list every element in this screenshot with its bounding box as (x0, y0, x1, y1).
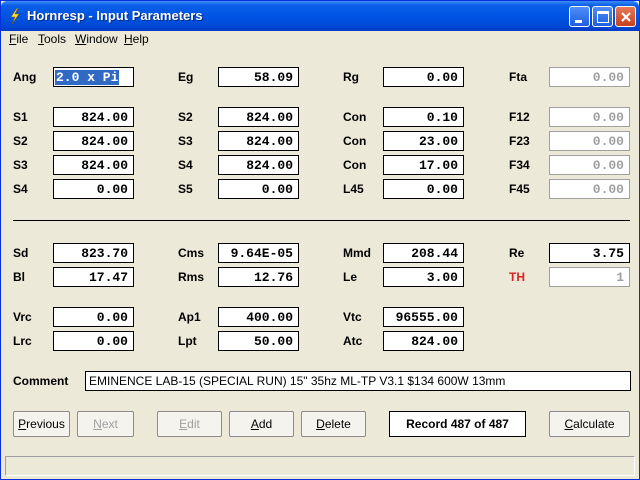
fta-label: Fta (509, 70, 527, 84)
sd-label: Sd (13, 246, 29, 260)
s1-label: S1 (13, 110, 28, 124)
sd-field[interactable]: 823.70 (53, 243, 134, 263)
status-bar (5, 456, 635, 476)
f23-label: F23 (509, 134, 530, 148)
l45-label: L45 (343, 182, 364, 196)
delete-button[interactable]: Delete (301, 411, 366, 437)
menu-tools[interactable]: Tools (38, 32, 66, 46)
s2-label: S2 (178, 110, 193, 124)
con1-label: Con (343, 110, 367, 124)
bl-label: Bl (13, 270, 25, 284)
eg-field[interactable]: 58.09 (218, 67, 299, 87)
le-field[interactable]: 3.00 (383, 267, 464, 287)
s5-label: S5 (178, 182, 193, 196)
s2b-label: S2 (13, 134, 28, 148)
bl-field[interactable]: 17.47 (53, 267, 134, 287)
s3-field[interactable]: 824.00 (218, 131, 299, 151)
th-field: 1 (549, 267, 630, 287)
f45-field: 0.00 (549, 179, 630, 199)
s2b-field[interactable]: 824.00 (53, 131, 134, 151)
f12-label: F12 (509, 110, 530, 124)
mmd-field[interactable]: 208.44 (383, 243, 464, 263)
s3-label: S3 (178, 134, 193, 148)
rms-label: Rms (178, 270, 205, 284)
lightning-app-icon (10, 8, 20, 24)
con2-label: Con (343, 134, 367, 148)
minimize-button[interactable] (569, 6, 590, 27)
record-indicator: Record 487 of 487 (389, 411, 526, 437)
section-divider (13, 220, 630, 221)
mmd-label: Mmd (343, 246, 371, 260)
s4-label: S4 (178, 158, 193, 172)
fta-field: 0.00 (549, 67, 630, 87)
eg-label: Eg (178, 70, 194, 84)
ang-value: 2.0 x Pi (55, 70, 120, 85)
vtc-field[interactable]: 96555.00 (383, 307, 464, 327)
next-button: Next (77, 411, 134, 437)
maximize-icon (597, 11, 609, 23)
lrc-field[interactable]: 0.00 (53, 331, 134, 351)
rg-field[interactable]: 0.00 (383, 67, 464, 87)
comment-field[interactable]: EMINENCE LAB-15 (SPECIAL RUN) 15" 35hz M… (85, 371, 631, 391)
lpt-field[interactable]: 50.00 (218, 331, 299, 351)
s5-field[interactable]: 0.00 (218, 179, 299, 199)
re-label: Re (509, 246, 525, 260)
cms-field[interactable]: 9.64E-05 (218, 243, 299, 263)
th-label: TH (509, 270, 525, 284)
title-bar[interactable]: Hornresp - Input Parameters (1, 1, 639, 31)
cms-label: Cms (178, 246, 205, 260)
hornresp-window: Hornresp - Input Parameters File Tools W… (0, 0, 640, 480)
edit-button: Edit (157, 411, 222, 437)
minimize-icon (575, 20, 582, 23)
f12-field: 0.00 (549, 107, 630, 127)
calculate-button[interactable]: Calculate (549, 411, 630, 437)
vrc-label: Vrc (13, 310, 32, 324)
ap1-label: Ap1 (178, 310, 201, 324)
s4-field[interactable]: 824.00 (218, 155, 299, 175)
close-icon (621, 12, 631, 22)
l45-field[interactable]: 0.00 (383, 179, 464, 199)
f34-field: 0.00 (549, 155, 630, 175)
f45-label: F45 (509, 182, 530, 196)
con3-label: Con (343, 158, 367, 172)
con1-field[interactable]: 0.10 (383, 107, 464, 127)
s2-field[interactable]: 824.00 (218, 107, 299, 127)
previous-button[interactable]: Previous (13, 411, 70, 437)
le-label: Le (343, 270, 358, 284)
maximize-button[interactable] (592, 6, 613, 27)
f23-field: 0.00 (549, 131, 630, 151)
ap1-field[interactable]: 400.00 (218, 307, 299, 327)
menu-help[interactable]: Help (124, 32, 149, 46)
s3b-field[interactable]: 824.00 (53, 155, 134, 175)
s1-field[interactable]: 824.00 (53, 107, 134, 127)
atc-label: Atc (343, 334, 363, 348)
add-button[interactable]: Add (229, 411, 294, 437)
ang-label: Ang (13, 70, 37, 84)
lrc-label: Lrc (13, 334, 32, 348)
re-field[interactable]: 3.75 (549, 243, 630, 263)
vtc-label: Vtc (343, 310, 362, 324)
close-button[interactable] (615, 6, 636, 27)
vrc-field[interactable]: 0.00 (53, 307, 134, 327)
s4b-label: S4 (13, 182, 28, 196)
ang-field[interactable]: 2.0 x Pi (53, 67, 134, 87)
s4b-field[interactable]: 0.00 (53, 179, 134, 199)
window-title: Hornresp - Input Parameters (27, 8, 203, 23)
con2-field[interactable]: 23.00 (383, 131, 464, 151)
lpt-label: Lpt (178, 334, 197, 348)
menu-window[interactable]: Window (75, 32, 118, 46)
s3b-label: S3 (13, 158, 28, 172)
atc-field[interactable]: 824.00 (383, 331, 464, 351)
rms-field[interactable]: 12.76 (218, 267, 299, 287)
comment-label: Comment (13, 374, 69, 388)
menu-file[interactable]: File (9, 32, 28, 46)
rg-label: Rg (343, 70, 359, 84)
con3-field[interactable]: 17.00 (383, 155, 464, 175)
menu-bar: File Tools Window Help (1, 31, 639, 49)
f34-label: F34 (509, 158, 530, 172)
